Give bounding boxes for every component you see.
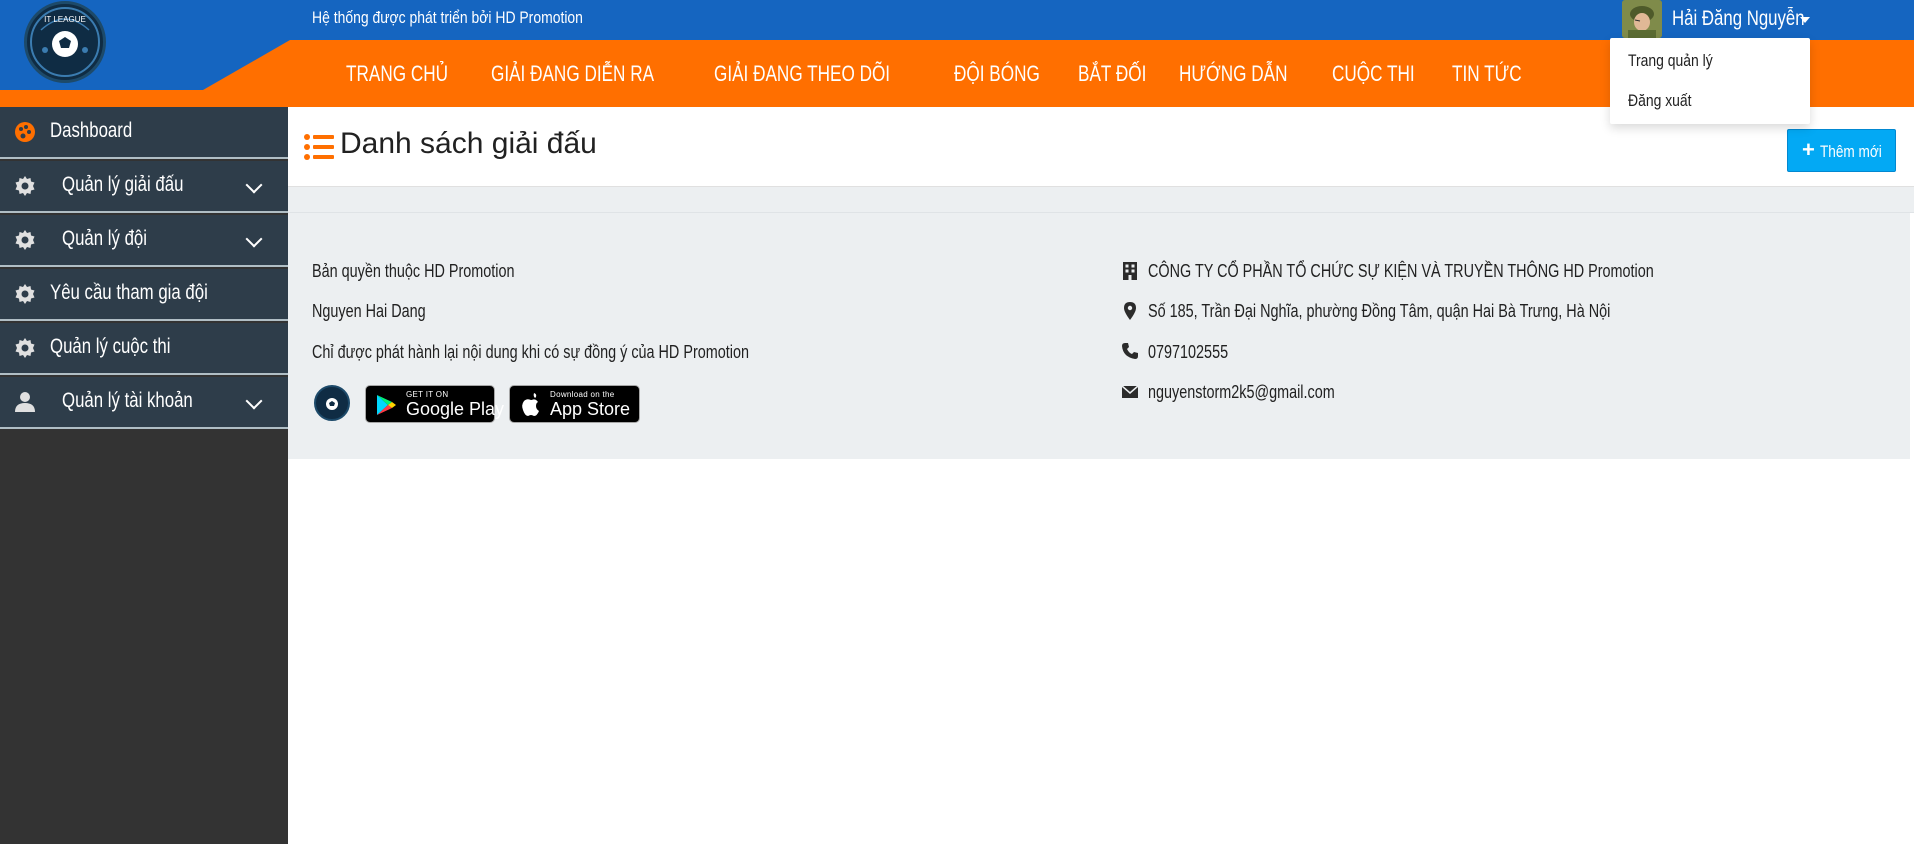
sidebar-item-label: Quản lý tài khoản bbox=[62, 389, 193, 412]
chevron-down-icon bbox=[245, 230, 263, 248]
sidebar-item-label: Quản lý giải đấu bbox=[62, 173, 184, 196]
google-play-big: Google Play bbox=[406, 399, 505, 419]
app-store-big: App Store bbox=[550, 399, 631, 419]
content-area bbox=[288, 187, 1914, 213]
gear-icon bbox=[15, 176, 35, 196]
sidebar-item-label: Quản lý đội bbox=[62, 227, 147, 250]
apple-icon bbox=[522, 393, 539, 416]
sidebar-item-tournaments[interactable]: Quản lý giải đấu bbox=[0, 161, 288, 213]
nav-item-match[interactable]: BẮT ĐỐI bbox=[1078, 61, 1146, 87]
building-icon bbox=[1123, 262, 1137, 280]
gear-icon bbox=[15, 284, 35, 304]
sidebar-item-dashboard[interactable]: Dashboard bbox=[0, 107, 288, 159]
sidebar-item-label: Dashboard bbox=[50, 119, 133, 142]
footer-email: nguyenstorm2k5@gmail.com bbox=[1148, 382, 1335, 402]
google-play-small: GET IT ON bbox=[406, 390, 449, 399]
footer-address: Số 185, Trần Đại Nghĩa, phường Đồng Tâm,… bbox=[1148, 301, 1611, 321]
avatar[interactable] bbox=[1622, 0, 1662, 38]
palette-icon bbox=[15, 122, 35, 142]
chevron-down-icon bbox=[245, 392, 263, 410]
sidebar: Dashboard Quản lý giải đấu Quản lý đội Y… bbox=[0, 107, 288, 844]
sidebar-item-label: Yêu cầu tham gia đội bbox=[50, 281, 208, 304]
add-new-button[interactable]: + Thêm mới bbox=[1787, 129, 1896, 172]
gear-icon bbox=[15, 338, 35, 358]
envelope-icon bbox=[1121, 385, 1139, 398]
footer: Bản quyền thuộc HD Promotion Nguyen Hai … bbox=[288, 213, 1910, 459]
nav-item-news[interactable]: TIN TỨC bbox=[1452, 61, 1522, 87]
user-icon bbox=[15, 392, 35, 412]
phone-icon bbox=[1122, 343, 1138, 359]
footer-copyright: Bản quyền thuộc HD Promotion bbox=[312, 261, 515, 281]
league-logo-icon: IT LEAGUE bbox=[30, 7, 100, 77]
logo-text: IT LEAGUE bbox=[44, 15, 86, 24]
footer-logo[interactable] bbox=[314, 385, 350, 421]
footer-phone: 0797102555 bbox=[1148, 342, 1229, 362]
nav-item-ongoing[interactable]: GIẢI ĐANG DIỄN RA bbox=[491, 61, 654, 87]
google-play-badge[interactable]: GET IT ON Google Play bbox=[365, 385, 504, 423]
main-nav: TRANG CHỦ GIẢI ĐANG DIỄN RA GIẢI ĐANG TH… bbox=[346, 40, 1556, 107]
nav-item-home[interactable]: TRANG CHỦ bbox=[346, 61, 448, 87]
nav-item-guide[interactable]: HƯỚNG DẪN bbox=[1179, 61, 1288, 87]
league-logo-icon bbox=[326, 398, 338, 410]
app-store-small: Download on the bbox=[550, 390, 615, 399]
sidebar-item-contests[interactable]: Quản lý cuộc thi bbox=[0, 323, 288, 375]
google-play-icon bbox=[377, 395, 396, 415]
chevron-down-icon bbox=[245, 176, 263, 194]
sidebar-item-join-requests[interactable]: Yêu cầu tham gia đội bbox=[0, 269, 288, 321]
user-dropdown-menu: Trang quản lý Đăng xuất bbox=[1610, 38, 1810, 124]
footer-company: CÔNG TY CỔ PHẦN TỔ CHỨC SỰ KIỆN VÀ TRUYỀ… bbox=[1148, 261, 1654, 281]
menu-item-logout[interactable]: Đăng xuất bbox=[1628, 91, 1692, 111]
sidebar-item-teams[interactable]: Quản lý đội bbox=[0, 215, 288, 267]
plus-icon: + bbox=[1802, 137, 1815, 162]
app-store-badge[interactable]: Download on the App Store bbox=[509, 385, 640, 423]
add-new-label: Thêm mới bbox=[1820, 142, 1882, 161]
nav-item-contests[interactable]: CUỘC THI bbox=[1332, 61, 1415, 87]
site-logo[interactable]: IT LEAGUE bbox=[24, 1, 106, 83]
page-title: Danh sách giải đấu bbox=[340, 127, 597, 160]
user-name[interactable]: Hải Đăng Nguyễn bbox=[1672, 7, 1805, 31]
caret-down-icon[interactable] bbox=[1800, 17, 1810, 23]
nav-item-following[interactable]: GIẢI ĐANG THEO DÕI bbox=[714, 61, 890, 87]
footer-notice: Chỉ được phát hành lại nội dung khi có s… bbox=[312, 342, 749, 362]
menu-item-admin[interactable]: Trang quản lý bbox=[1628, 51, 1713, 71]
location-pin-icon bbox=[1124, 302, 1136, 320]
sidebar-item-label: Quản lý cuộc thi bbox=[50, 335, 171, 358]
list-icon bbox=[304, 134, 334, 160]
gear-icon bbox=[15, 230, 35, 250]
developer-text: Hệ thống được phát triển bởi HD Promotio… bbox=[312, 8, 583, 27]
sidebar-item-accounts[interactable]: Quản lý tài khoản bbox=[0, 377, 288, 429]
footer-author: Nguyen Hai Dang bbox=[312, 301, 426, 321]
nav-item-teams[interactable]: ĐỘI BÓNG bbox=[954, 61, 1040, 87]
